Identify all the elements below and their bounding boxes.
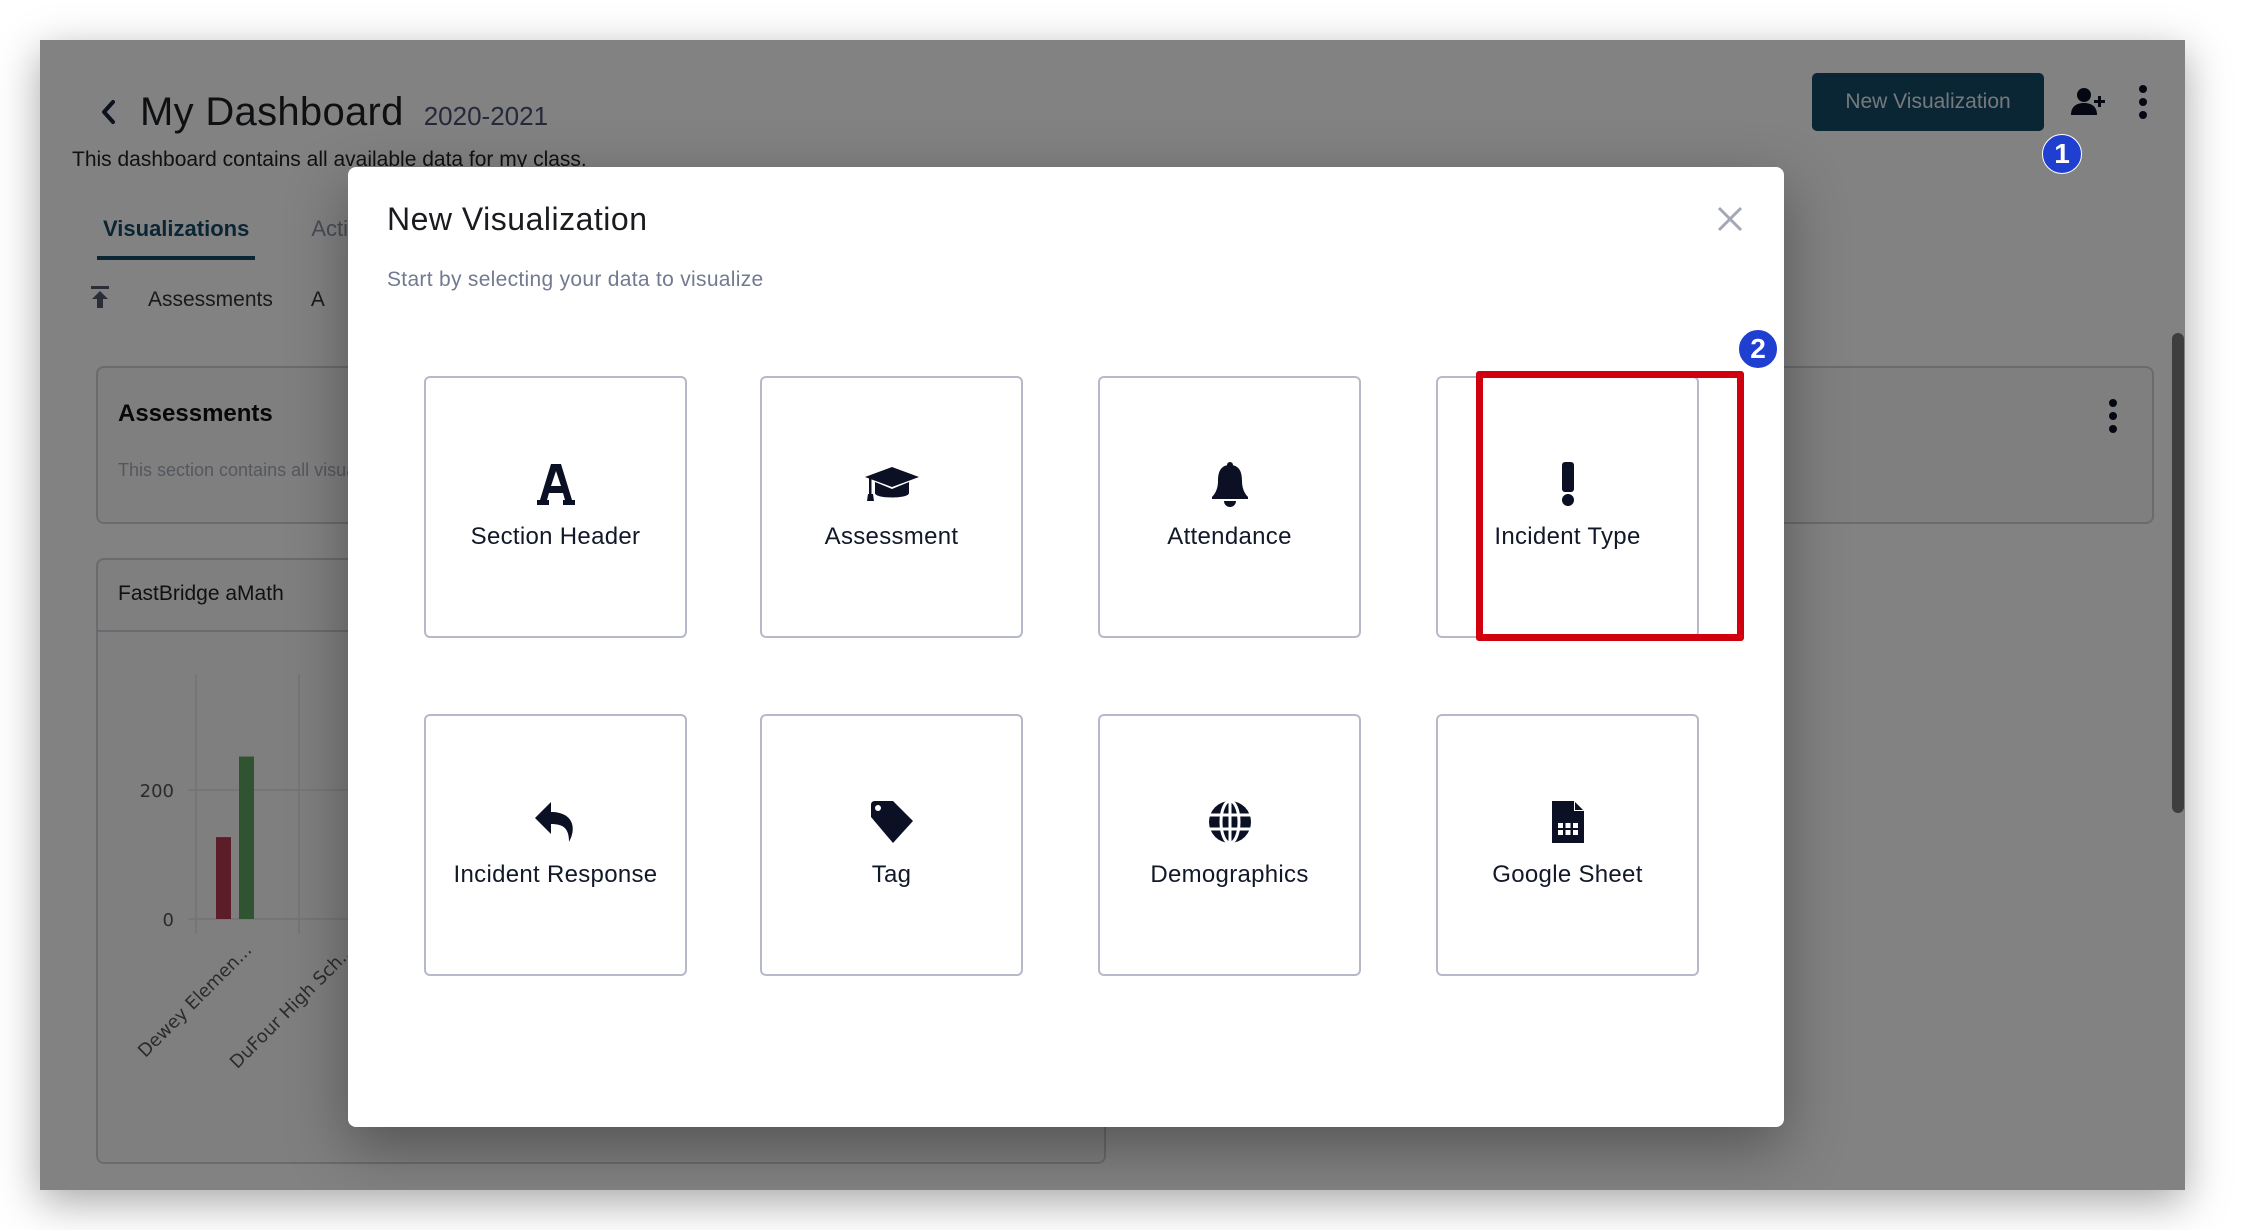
close-icon[interactable] xyxy=(1714,203,1746,235)
new-visualization-dialog: New Visualization Start by selecting you… xyxy=(348,167,1784,1127)
option-label: Assessment xyxy=(824,523,959,550)
letter-a-icon xyxy=(526,459,586,509)
option-attendance[interactable]: Attendance xyxy=(1098,376,1361,638)
option-section-header[interactable]: Section Header xyxy=(424,376,687,638)
option-demographics[interactable]: Demographics xyxy=(1098,714,1361,976)
option-label: Demographics xyxy=(1150,861,1309,888)
option-assessment[interactable]: Assessment xyxy=(760,376,1023,638)
spreadsheet-file-icon xyxy=(1538,797,1598,847)
option-label: Section Header xyxy=(470,523,641,550)
step-badge-1: 1 xyxy=(2042,134,2082,174)
option-label: Google Sheet xyxy=(1492,861,1643,888)
graduation-cap-icon xyxy=(862,459,922,509)
tag-icon xyxy=(862,797,922,847)
option-incident-type[interactable]: Incident Type xyxy=(1436,376,1699,638)
app-window: My Dashboard 2020-2021 This dashboard co… xyxy=(40,40,2185,1190)
dialog-subtitle: Start by selecting your data to visualiz… xyxy=(387,268,764,291)
reply-arrow-icon xyxy=(526,797,586,847)
dialog-title: New Visualization xyxy=(387,201,648,237)
option-label: Tag xyxy=(871,861,912,888)
option-label: Incident Response xyxy=(453,861,658,888)
option-incident-response[interactable]: Incident Response xyxy=(424,714,687,976)
step-badge-2: 2 xyxy=(1738,329,1778,369)
option-label: Incident Type xyxy=(1494,523,1641,550)
exclamation-icon xyxy=(1538,459,1598,509)
globe-icon xyxy=(1200,797,1260,847)
option-label: Attendance xyxy=(1167,523,1292,550)
bell-icon xyxy=(1200,459,1260,509)
option-tag[interactable]: Tag xyxy=(760,714,1023,976)
option-google-sheet[interactable]: Google Sheet xyxy=(1436,714,1699,976)
